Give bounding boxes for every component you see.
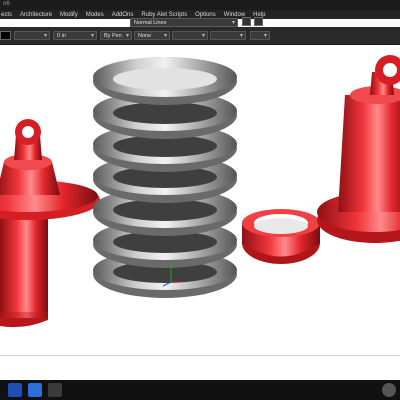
thickness-select[interactable]: 0 in ▾	[53, 31, 97, 40]
line-type-select[interactable]: ▾	[14, 31, 50, 40]
menu-item-options[interactable]: Options	[191, 12, 220, 18]
color-swatch[interactable]	[0, 31, 11, 40]
fill-select[interactable]: None ▾	[134, 31, 170, 40]
layer-select[interactable]: ▾	[172, 31, 208, 40]
model-scene	[0, 55, 400, 328]
option-select[interactable]: ▾	[250, 31, 270, 40]
dropdown-arrow-icon: ▾	[239, 33, 243, 39]
menu-item-addons[interactable]: AddOns	[108, 12, 138, 18]
menu-item-ruby-scripts[interactable]: Ruby Alet Scripts	[137, 12, 191, 18]
dropdown-arrow-icon: ▾	[125, 33, 129, 39]
dropdown-arrow-icon: ▾	[90, 33, 94, 39]
red-part-left[interactable]	[0, 119, 100, 328]
menu-item-architecture[interactable]: Architecture	[16, 12, 56, 18]
window-titlebar: o6	[0, 0, 400, 10]
pen-value: By Pen	[104, 33, 122, 39]
line-style-select[interactable]: Normal Lines ▾	[130, 18, 238, 27]
fill-value: None	[138, 33, 152, 39]
taskbar-app-icon[interactable]	[28, 383, 42, 397]
taskbar-app-icon[interactable]	[382, 383, 396, 397]
pen-select[interactable]: By Pen ▾	[100, 31, 132, 40]
spring-coil-inner	[113, 102, 217, 124]
toolbar-button[interactable]	[242, 17, 251, 26]
menu-item-objects[interactable]: ects	[0, 12, 16, 18]
taskbar	[0, 380, 400, 400]
line-style-value: Normal Lines	[134, 20, 167, 26]
viewport-lower-area	[0, 355, 400, 381]
thickness-value: 0 in	[57, 33, 66, 39]
red-part-right[interactable]	[317, 55, 400, 243]
taskbar-app-icon[interactable]	[8, 383, 22, 397]
dropdown-arrow-icon: ▾	[231, 20, 235, 26]
red-nut-ring[interactable]	[242, 209, 320, 264]
toolbar-button[interactable]	[254, 17, 263, 26]
menu-item-modify[interactable]: Modify	[56, 12, 82, 18]
taskbar-app-icon[interactable]	[48, 383, 62, 397]
window-title: o6	[3, 1, 10, 7]
menu-item-modes[interactable]: Modes	[82, 12, 108, 18]
dropdown-arrow-icon: ▾	[43, 33, 47, 39]
spring-coil-inner	[113, 68, 217, 90]
dropdown-arrow-icon: ▾	[201, 33, 205, 39]
material-select[interactable]: ▾	[210, 31, 246, 40]
dropdown-arrow-icon: ▾	[163, 33, 167, 39]
dropdown-arrow-icon: ▾	[263, 33, 267, 39]
3d-viewport[interactable]	[0, 45, 400, 355]
attributes-toolbar: ▾ 0 in ▾ By Pen ▾ None ▾ ▾ ▾ ▾	[0, 27, 400, 45]
spring[interactable]	[93, 57, 237, 298]
